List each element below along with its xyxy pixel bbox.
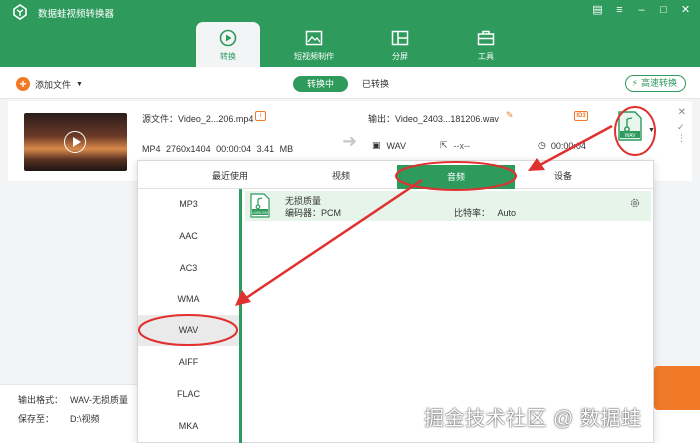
format-item-ac3[interactable]: AC3: [138, 263, 239, 273]
main-nav: 转换 短视频制作 分屏 工具: [196, 22, 540, 67]
video-thumbnail[interactable]: [24, 113, 127, 171]
format-preset-row[interactable]: LOSSLESS 无损质量 编码器：PCM 比特率： Auto: [245, 191, 651, 221]
converted-tab[interactable]: 已转换: [348, 76, 403, 92]
resize-icon: ⇱: [440, 140, 448, 150]
title-bar: 数据蛙视频转换器 ▤ ≡ – □ ✕ 转换 短视频制作 分屏 工具: [0, 0, 700, 67]
tab-video[interactable]: 视频: [332, 169, 350, 182]
split-screen-icon: [391, 30, 409, 46]
window-controls: ▤ ≡ – □ ✕: [591, 4, 692, 17]
source-size: 3.41 MB: [256, 144, 294, 154]
format-icon-text: WAV: [625, 133, 636, 139]
save-to-path[interactable]: D:\视频: [70, 412, 100, 425]
close-icon[interactable]: ✕: [679, 4, 692, 17]
output-resolution-label: --x--: [453, 140, 471, 151]
app-title: 数据蛙视频转换器: [38, 9, 115, 20]
source-file-name: 源文件：Video_2...206.mp4: [142, 114, 254, 124]
format-item-mp3[interactable]: MP3: [138, 199, 239, 209]
format-item-wma[interactable]: WMA: [138, 294, 239, 304]
add-file-label: 添加文件: [35, 79, 72, 90]
short-video-icon: [305, 30, 323, 46]
tab-convert-label: 转换: [220, 52, 236, 61]
format-popup: 最近使用 视频 音频 设备 MP3 AAC AC3 WMA WAV AIFF F…: [137, 160, 654, 443]
source-meta: MP4 2760x1404 00:00:04 3.41 MB: [142, 144, 293, 154]
source-duration: 00:00:04: [216, 144, 252, 154]
maximize-icon[interactable]: □: [657, 4, 670, 17]
source-resolution: 2760x1404: [166, 144, 211, 154]
add-file-button[interactable]: + 添加文件 ▼: [16, 77, 83, 91]
bitrate-label: 比特率：: [454, 208, 491, 218]
chevron-down-icon[interactable]: ▼: [76, 81, 83, 88]
tab-device[interactable]: 设备: [554, 169, 572, 182]
preset-encoder: 编码器：PCM: [285, 208, 341, 218]
preset-bitrate: 比特率： Auto: [454, 206, 516, 219]
row-tools: ✓ ⋮: [677, 122, 686, 144]
remove-file-icon[interactable]: ✕: [678, 107, 686, 118]
format-item-aac[interactable]: AAC: [138, 231, 239, 241]
app-logo-icon: [13, 4, 27, 20]
lossless-icon-text: LOSSLESS: [252, 211, 269, 215]
info-icon[interactable]: i: [255, 111, 266, 121]
save-to-label: 保存至：: [18, 414, 55, 424]
source-format: MP4: [142, 144, 161, 154]
output-format-field-label: 输出格式：: [18, 395, 64, 405]
format-item-wav[interactable]: WAV: [138, 315, 239, 346]
output-format: ▣ WAV: [372, 140, 406, 151]
output-format-select[interactable]: WAV-无损质量: [70, 393, 128, 406]
trim-icon[interactable]: ✓: [677, 122, 686, 133]
film-icon: ▣: [372, 140, 381, 150]
lossless-audio-icon: LOSSLESS: [250, 193, 270, 218]
fast-convert-button[interactable]: ⚡ 高速转换: [624, 75, 686, 92]
tab-audio[interactable]: 音频: [397, 165, 515, 189]
format-item-flac[interactable]: FLAC: [138, 389, 239, 399]
bitrate-value: Auto: [497, 208, 517, 218]
format-item-mka[interactable]: MKA: [138, 421, 239, 431]
format-item-aiff[interactable]: AIFF: [138, 357, 239, 367]
format-category-tabs: 最近使用 视频 音频 设备: [138, 161, 653, 189]
tab-tools-label: 工具: [478, 52, 494, 61]
tab-convert[interactable]: 转换: [196, 22, 260, 67]
format-dropdown-icon[interactable]: ▼: [648, 127, 655, 134]
toolbox-icon: [477, 30, 495, 46]
watermark: 掘金技术社区 @ 数据蛙: [424, 408, 642, 430]
tab-split-screen[interactable]: 分屏: [368, 22, 432, 67]
convert-all-button[interactable]: [654, 366, 700, 410]
lightning-icon: ⚡: [631, 78, 638, 88]
clock-icon: ◷: [538, 140, 546, 150]
output-format-icon[interactable]: WAV: [617, 111, 643, 141]
toolbar: + 添加文件 ▼ 转换中 已转换 ⚡ 高速转换: [0, 67, 700, 99]
play-icon[interactable]: [64, 131, 86, 153]
tab-recent[interactable]: 最近使用: [212, 169, 248, 182]
edit-icon[interactable]: ✎: [506, 110, 514, 121]
convert-status-switch: 转换中 已转换: [293, 76, 403, 92]
tab-short-video-label: 短视频制作: [294, 52, 334, 61]
output-resolution: ⇱ --x--: [440, 140, 470, 151]
menu-icon[interactable]: ≡: [613, 4, 626, 17]
convert-icon: [219, 29, 237, 47]
minimize-icon[interactable]: –: [635, 4, 648, 17]
converting-tab[interactable]: 转换中: [293, 76, 349, 92]
tab-split-screen-label: 分屏: [392, 52, 408, 61]
audio-format-list: MP3 AAC AC3 WMA WAV AIFF FLAC MKA: [138, 189, 242, 443]
fast-convert-label: 高速转换: [640, 78, 677, 88]
output-format-label: WAV: [386, 140, 407, 151]
plus-icon: +: [16, 77, 30, 91]
id3-badge[interactable]: ID3: [574, 111, 588, 121]
tab-tools[interactable]: 工具: [454, 22, 518, 67]
effects-icon[interactable]: ⋮: [677, 133, 686, 144]
output-file-name: 输出：Video_2403...181206.wav: [368, 114, 499, 124]
gear-icon[interactable]: [629, 197, 641, 209]
output-duration: ◷ 00:00:04: [538, 140, 586, 151]
feedback-icon[interactable]: ▤: [591, 4, 604, 17]
output-duration-label: 00:00:04: [550, 140, 586, 151]
arrow-right-icon: ➜: [342, 131, 358, 151]
tab-short-video[interactable]: 短视频制作: [282, 22, 346, 67]
